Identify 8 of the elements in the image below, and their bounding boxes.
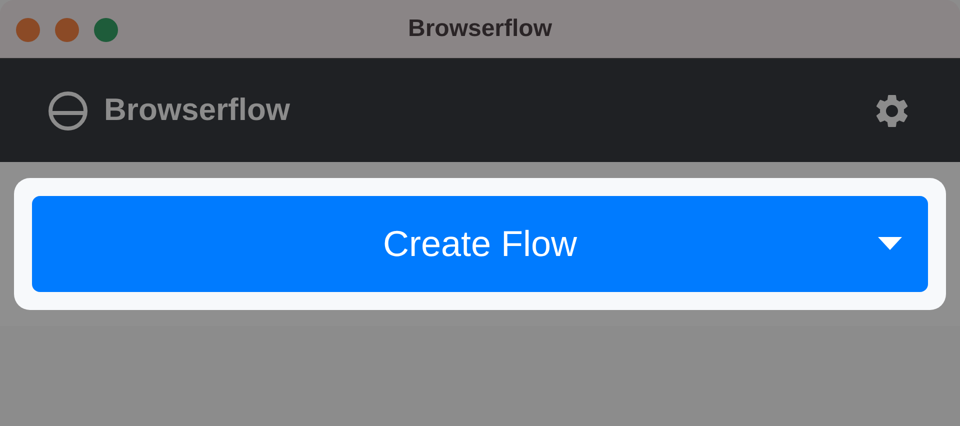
- minimize-button[interactable]: [55, 18, 79, 42]
- brand-name: Browserflow: [104, 91, 290, 130]
- create-flow-button[interactable]: Create Flow: [32, 196, 928, 292]
- caret-icon: [878, 237, 902, 250]
- window-title: Browserflow: [408, 14, 552, 44]
- zoom-button[interactable]: [94, 18, 118, 42]
- close-button[interactable]: [16, 18, 40, 42]
- logo-icon: [48, 90, 88, 130]
